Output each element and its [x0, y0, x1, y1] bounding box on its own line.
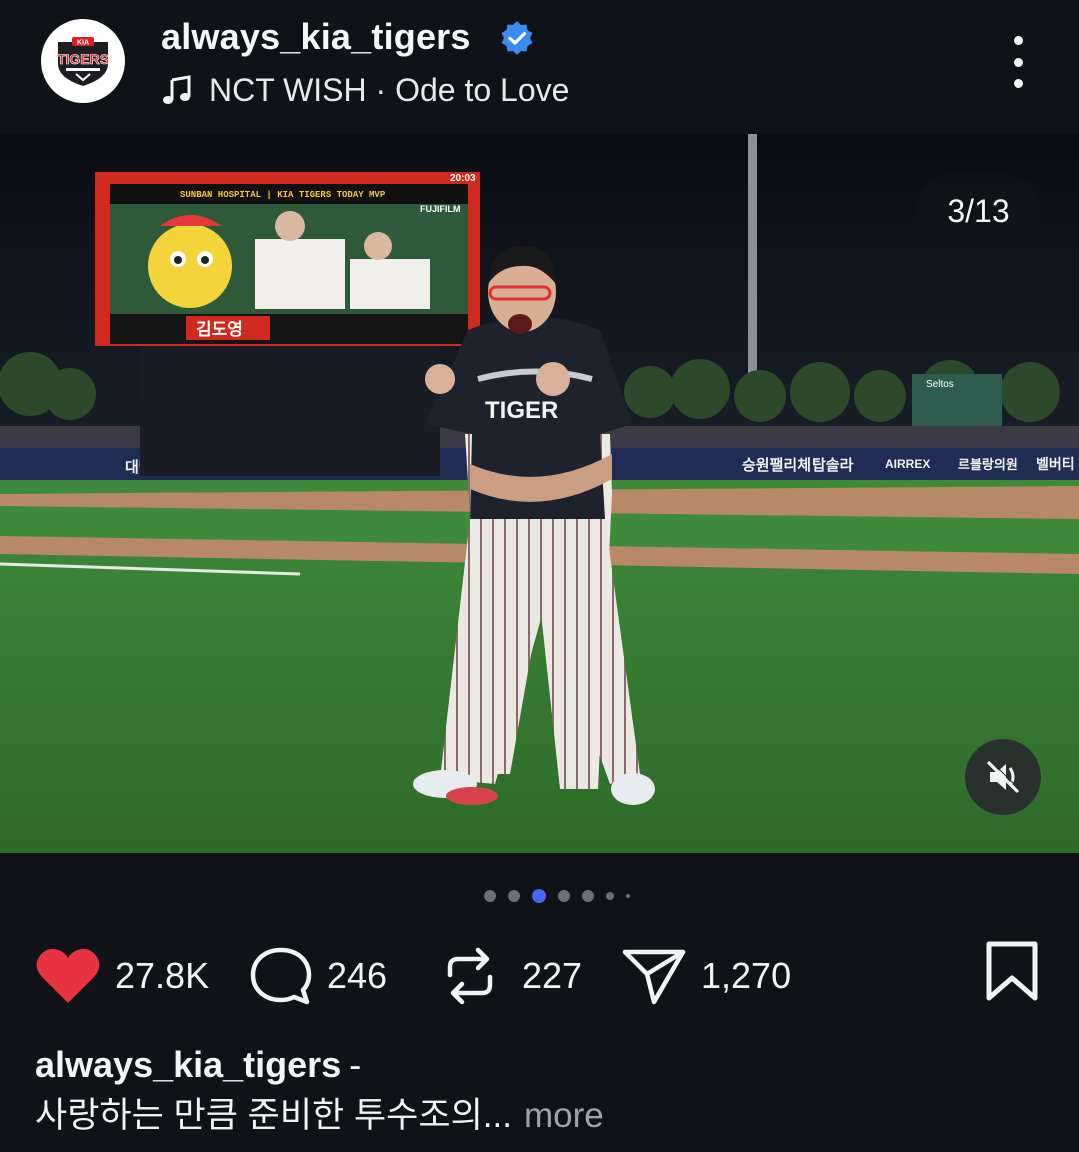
- carousel-dot: [558, 890, 570, 902]
- scoreboard-time: 20:03: [450, 173, 476, 184]
- carousel-dot: [484, 890, 496, 902]
- scoreboard-banner: SUNBAN HOSPITAL | KIA TIGERS TODAY MVP: [180, 190, 386, 200]
- share-count: 1,270: [701, 955, 792, 996]
- carousel-dot: [582, 890, 594, 902]
- comment-bubble-icon: [250, 947, 312, 1005]
- carousel-dot-active: [532, 889, 546, 903]
- music-note-icon: [163, 75, 191, 104]
- like-count: 27.8K: [115, 955, 210, 996]
- profile-avatar[interactable]: KIA TIGERS: [41, 19, 125, 103]
- carousel-dot: [508, 890, 520, 902]
- svg-text:TIGERS: TIGERS: [57, 51, 109, 67]
- send-paper-plane-icon: [622, 949, 686, 1005]
- bookmark-icon[interactable]: [985, 940, 1039, 1002]
- heart-filled-icon: [36, 949, 100, 1003]
- post-actions: 27.8K 246 227 1,270: [0, 935, 1079, 1017]
- scoreboard-player-name: 김도영: [196, 320, 243, 340]
- ad-board: Seltos: [926, 379, 954, 390]
- post-header: KIA TIGERS always_kia_tigers NCT WISH · …: [0, 0, 1079, 134]
- carousel-dot: [606, 892, 614, 900]
- caption-more-link[interactable]: more: [524, 1096, 604, 1135]
- verified-badge-icon: [501, 21, 533, 55]
- ad-board: 탑솔라: [812, 456, 854, 474]
- share-button[interactable]: 1,270: [621, 935, 791, 1017]
- caption-text: 사랑하는 만큼 준비한 투수조의...: [35, 1096, 512, 1135]
- jersey-text: TIGER: [485, 397, 558, 424]
- caption-username[interactable]: always_kia_tigers: [35, 1044, 341, 1085]
- repost-button[interactable]: 227: [442, 935, 582, 1017]
- more-options-icon[interactable]: [1000, 36, 1036, 88]
- mute-button[interactable]: [965, 739, 1041, 815]
- caption-separator: -: [349, 1044, 362, 1085]
- svg-text:KIA: KIA: [77, 40, 89, 47]
- carousel-dot: [626, 894, 630, 898]
- ad-board: 승원팰리체: [742, 456, 811, 474]
- caption-header: always_kia_tigers -: [35, 1042, 361, 1088]
- comment-button[interactable]: 246: [249, 935, 387, 1017]
- ad-board: 르블랑의원: [958, 457, 1018, 472]
- carousel-counter: 3/13: [916, 174, 1041, 248]
- speaker-muted-icon: [987, 760, 1020, 793]
- repost-count: 227: [522, 955, 583, 996]
- post-username[interactable]: always_kia_tigers: [161, 14, 471, 60]
- caption-body[interactable]: 사랑하는 만큼 준비한 투수조의... more: [35, 1093, 604, 1139]
- music-track-label: NCT WISH · Ode to Love: [209, 71, 570, 108]
- post-photo[interactable]: 대방건설 승원팰리체 탑솔라 AIRREX 르블랑의원 벨버티 Seltos S…: [0, 134, 1079, 853]
- tigers-logo-icon: KIA TIGERS: [57, 37, 109, 86]
- scoreboard-sponsor: FUJIFILM: [420, 204, 461, 214]
- ad-board: AIRREX: [885, 457, 930, 471]
- music-attribution[interactable]: NCT WISH · Ode to Love: [161, 68, 569, 112]
- carousel-indicator: [484, 888, 630, 904]
- like-button[interactable]: 27.8K: [35, 935, 209, 1017]
- comment-count: 246: [327, 955, 388, 996]
- repost-icon: [447, 947, 493, 1005]
- ad-board: 벨버티: [1036, 456, 1075, 472]
- baseball-field-photo: 대방건설 승원팰리체 탑솔라 AIRREX 르블랑의원 벨버티 Seltos S…: [0, 134, 1079, 853]
